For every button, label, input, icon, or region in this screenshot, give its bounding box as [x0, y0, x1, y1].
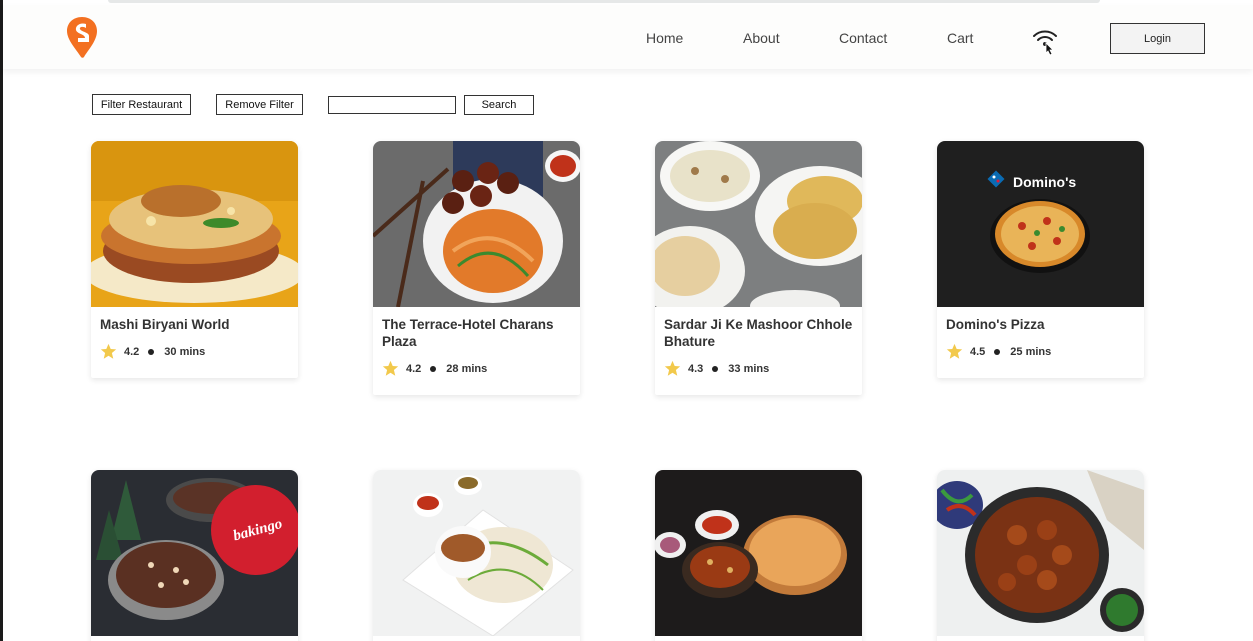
rating: 4.5	[970, 345, 986, 358]
filter-restaurant-button[interactable]: Filter Restaurant	[92, 94, 191, 115]
restaurant-name: Domino's Pizza	[946, 317, 1045, 332]
search-button[interactable]: Search	[464, 95, 534, 115]
star-icon	[100, 343, 117, 359]
restaurant-meta: 4.2 28 mins	[382, 360, 571, 377]
address-bar-strip	[108, 0, 1100, 3]
separator-dot	[148, 348, 155, 355]
search-input[interactable]	[328, 96, 456, 114]
nav-contact[interactable]: Contact	[839, 30, 887, 46]
restaurant-meta: 4.3 33 mins	[664, 360, 853, 377]
rating: 4.2	[406, 362, 422, 375]
restaurant-image-noodles-manchurian	[373, 141, 580, 307]
login-button[interactable]: Login	[1110, 23, 1205, 54]
restaurant-image-puri-curry	[655, 470, 862, 636]
star-icon	[946, 343, 963, 359]
restaurant-meta: 4.5 25 mins	[946, 343, 1135, 360]
restaurant-name: Mashi Biryani World	[100, 317, 230, 332]
restaurant-card[interactable]	[937, 470, 1144, 641]
restaurant-card[interactable]	[373, 470, 580, 641]
restaurant-image-bakingo-cake: bakingo	[91, 470, 298, 636]
nav-about[interactable]: About	[743, 30, 780, 46]
restaurant-card[interactable]: Domino's Domino's Pizza 4.5 25 mins	[937, 141, 1144, 378]
rating: 4.2	[124, 345, 140, 358]
restaurant-card[interactable]: Mashi Biryani World 4.2 30 mins	[91, 141, 298, 378]
restaurant-image-chhole-bhature	[655, 141, 862, 307]
star-icon	[664, 360, 681, 376]
restaurant-card[interactable]	[655, 470, 862, 641]
remove-filter-button[interactable]: Remove Filter	[216, 94, 303, 115]
online-status-icon	[1033, 30, 1057, 56]
separator-dot	[430, 365, 437, 372]
delivery-time: 33 mins	[728, 362, 770, 375]
delivery-time: 30 mins	[164, 345, 206, 358]
rating: 4.3	[688, 362, 704, 375]
swiggy-logo-icon[interactable]	[66, 16, 98, 58]
nav-cart[interactable]: Cart	[947, 30, 973, 46]
restaurant-image-dominos-pizza: Domino's	[937, 141, 1144, 307]
delivery-time: 28 mins	[446, 362, 488, 375]
restaurant-card[interactable]: bakingo	[91, 470, 298, 641]
window-left-edge	[0, 0, 3, 641]
dominos-brand-text: Domino's	[1013, 174, 1076, 190]
restaurant-image-biryani	[91, 141, 298, 307]
separator-dot	[712, 365, 719, 372]
nav-home[interactable]: Home	[646, 30, 683, 46]
restaurant-meta: 4.2 30 mins	[100, 343, 289, 360]
delivery-time: 25 mins	[1010, 345, 1052, 358]
site-header: Home About Contact Cart Login	[3, 5, 1253, 69]
restaurant-card[interactable]: Sardar Ji Ke Mashoor Chhole Bhature 4.3 …	[655, 141, 862, 395]
restaurant-image-chicken-pan	[937, 470, 1144, 636]
restaurant-name: Sardar Ji Ke Mashoor Chhole Bhature	[664, 317, 853, 349]
separator-dot	[994, 348, 1001, 355]
restaurant-image-fried-rice	[373, 470, 580, 636]
restaurant-name: The Terrace-Hotel Charans Plaza	[382, 317, 554, 349]
star-icon	[382, 360, 399, 376]
restaurant-card[interactable]: The Terrace-Hotel Charans Plaza 4.2 28 m…	[373, 141, 580, 395]
